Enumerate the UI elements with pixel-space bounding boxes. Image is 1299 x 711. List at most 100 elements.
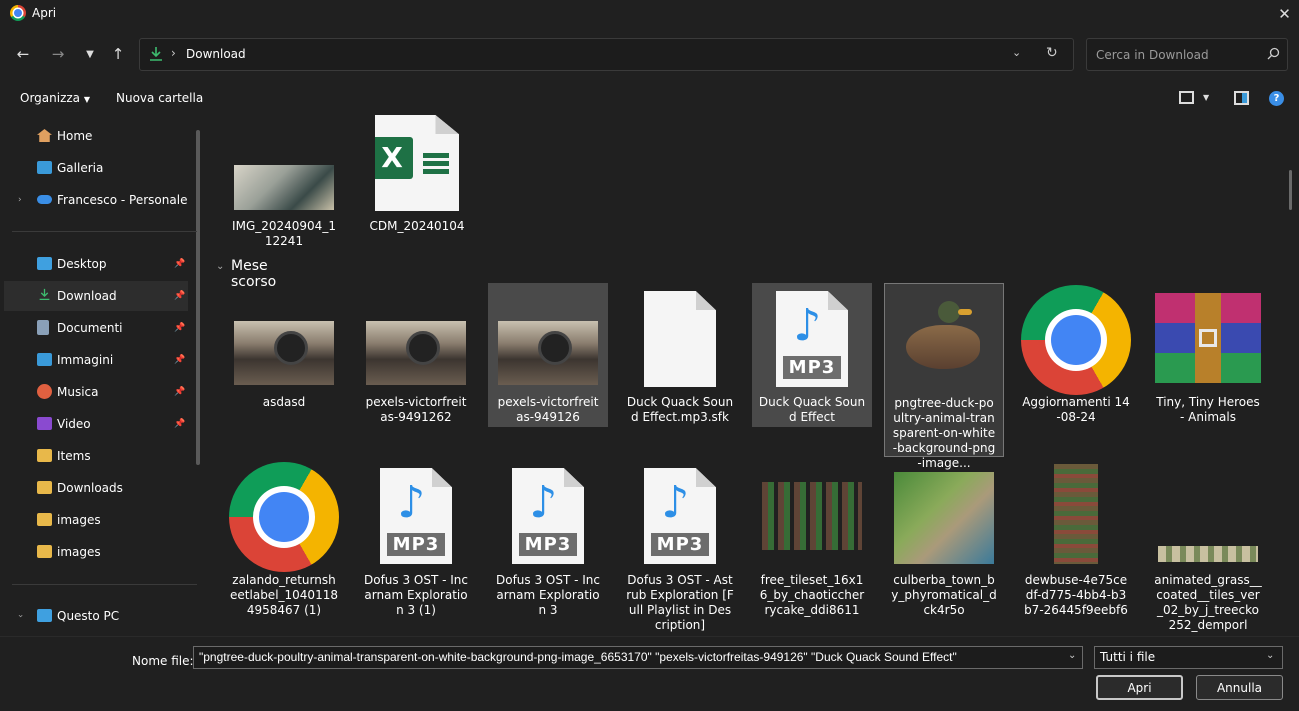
duck-beak	[958, 309, 972, 315]
file-tile[interactable]: asdasd	[224, 283, 344, 427]
sidebar-item-home[interactable]: Home	[4, 121, 188, 151]
help-icon[interactable]: ?	[1269, 91, 1284, 106]
folder-icon	[37, 545, 52, 558]
sidebar-item-images-2[interactable]: images	[4, 537, 188, 567]
address-dropdown-icon[interactable]: ⌄	[1012, 46, 1021, 59]
sidebar-item-label: Items	[57, 449, 91, 463]
sidebar-item-video[interactable]: Video 📌	[4, 409, 188, 439]
file-tile[interactable]: ♪ MP3 Dofus 3 OST - Incarnam Exploration …	[488, 460, 608, 636]
file-name: pexels-victorfreitas-949126	[497, 395, 599, 424]
file-tile[interactable]: ♪ MP3 Dofus 3 OST - Astrub Exploration [F…	[620, 460, 740, 636]
close-button[interactable]: ✕	[1270, 0, 1299, 28]
window-title: Apri	[32, 6, 57, 20]
file-tile[interactable]: zalando_returnsheetlabel_10401184958467 …	[224, 460, 344, 636]
generic-file-icon	[644, 291, 716, 387]
mp3-label: MP3	[783, 356, 841, 380]
breadcrumb-folder[interactable]: Download	[186, 47, 246, 61]
file-tile-selected[interactable]: pexels-victorfreitas-949126	[488, 283, 608, 427]
sidebar-item-images[interactable]: images	[4, 505, 188, 535]
sidebar-item-this-pc[interactable]: › Questo PC	[4, 601, 188, 631]
mp3-file-icon: ♪ MP3	[380, 468, 452, 564]
arrow-up-icon: ↑	[111, 45, 125, 63]
desktop-icon	[37, 257, 52, 270]
sidebar-item-downloads[interactable]: Downloads	[4, 473, 188, 503]
filename-dropdown-icon[interactable]: ⌄	[1068, 650, 1076, 661]
file-type-select[interactable]: Tutti i file	[1094, 646, 1283, 669]
file-tile[interactable]: culberba_town_by_phyromatical_dck4r5o	[884, 460, 1004, 636]
mp3-file-icon: ♪ MP3	[512, 468, 584, 564]
download-icon	[150, 47, 162, 61]
sidebar-item-label: images	[57, 513, 101, 527]
file-tile[interactable]: Duck Quack Sound Effect.mp3.sfk	[620, 283, 740, 427]
file-tile[interactable]: IMG_20240904_112241	[224, 115, 344, 255]
chrome-app-icon	[10, 5, 26, 21]
sidebar-item-onedrive[interactable]: › Francesco - Personale	[4, 185, 188, 215]
chevron-down-icon[interactable]: ⌄	[1266, 650, 1274, 661]
sidebar-item-label: Francesco - Personale	[57, 193, 188, 207]
address-bar[interactable]: › Download ⌄ ↻	[139, 38, 1074, 71]
title-bar	[0, 0, 1299, 28]
expand-chevron-icon[interactable]: ›	[15, 614, 25, 618]
file-name: Tiny, Tiny Heroes - Animals	[1156, 395, 1260, 424]
pictures-icon	[37, 353, 52, 366]
sidebar-item-desktop[interactable]: Desktop 📌	[4, 249, 188, 279]
file-tile[interactable]: pexels-victorfreitas-9491262	[356, 283, 476, 427]
file-tile[interactable]: X CDM_20240104	[357, 115, 477, 255]
grass-tiles-thumbnail	[1158, 546, 1258, 562]
winrar-buckle	[1199, 329, 1217, 347]
cancel-button[interactable]: Annulla	[1196, 675, 1283, 700]
preview-pane-icon[interactable]	[1234, 91, 1249, 105]
file-name: culberba_town_by_phyromatical_dck4r5o	[891, 573, 997, 617]
view-mode-icon[interactable]	[1179, 91, 1194, 104]
search-input[interactable]: Cerca in Download	[1086, 38, 1288, 71]
file-name: Aggiornamenti 14-08-24	[1022, 395, 1130, 424]
file-tile[interactable]: ♪ MP3 Dofus 3 OST - Incarnam Exploration …	[356, 460, 476, 636]
file-name: Dofus 3 OST - Astrub Exploration [Full P…	[626, 573, 734, 632]
pin-icon: 📌	[174, 259, 186, 269]
back-button[interactable]: ←	[11, 42, 35, 66]
file-tile[interactable]: Tiny, Tiny Heroes - Animals	[1148, 283, 1268, 427]
refresh-icon[interactable]: ↻	[1046, 45, 1058, 61]
sidebar-item-pictures[interactable]: Immagini 📌	[4, 345, 188, 375]
file-name: asdasd	[262, 395, 306, 409]
music-note-icon: ♪	[661, 477, 690, 529]
image-thumbnail	[234, 321, 334, 385]
mp3-file-icon: ♪ MP3	[644, 468, 716, 564]
pin-icon: 📌	[174, 291, 186, 301]
file-tile[interactable]: free_tileset_16x16_by_chaoticcherrycake_…	[752, 460, 872, 636]
chevron-down-icon: ▼	[83, 95, 91, 104]
forward-button[interactable]: →	[46, 42, 70, 66]
up-button[interactable]: ↑	[106, 42, 130, 66]
file-tile[interactable]: Aggiornamenti 14-08-24	[1016, 283, 1136, 427]
sidebar-item-gallery[interactable]: Galleria	[4, 153, 188, 183]
expand-chevron-icon[interactable]: ›	[18, 195, 22, 205]
content-scrollbar[interactable]	[1289, 170, 1292, 210]
file-tile[interactable]: dewbuse-4e75cedf-d775-4bb4-b3b7-26445f9e…	[1016, 460, 1136, 636]
arrow-right-icon: →	[51, 45, 65, 63]
chrome-file-icon	[229, 462, 339, 572]
sidebar-item-download[interactable]: Download 📌	[4, 281, 188, 311]
pc-icon	[37, 609, 52, 622]
duck-head	[938, 301, 960, 323]
file-tile-selected[interactable]: ♪ MP3 Duck Quack Sound Effect	[752, 283, 872, 427]
file-tile-focused[interactable]: pngtree-duck-poultry-animal-transparent-…	[884, 283, 1004, 470]
new-folder-button[interactable]: Nuova cartella	[116, 91, 203, 105]
cloud-icon	[37, 195, 52, 204]
sidebar-item-items[interactable]: Items	[4, 441, 188, 471]
filename-input[interactable]: "pngtree-duck-poultry-animal-transparent…	[193, 646, 1083, 669]
view-dropdown-icon[interactable]: ▼	[1203, 93, 1209, 102]
file-tile[interactable]: animated_grass__coated__tiles_ver_02_by_…	[1148, 460, 1268, 636]
sidebar-item-documents[interactable]: Documenti 📌	[4, 313, 188, 343]
recent-locations-button[interactable]: ▼	[78, 42, 102, 66]
mp3-file-icon: ♪ MP3	[776, 291, 848, 387]
arrow-left-icon: ←	[16, 45, 30, 63]
sidebar-item-label: Home	[57, 129, 93, 143]
folder-icon	[37, 513, 52, 526]
organize-button[interactable]: Organizza ▼	[20, 91, 90, 105]
sidebar-scrollbar[interactable]	[196, 130, 200, 465]
mp3-label: MP3	[651, 533, 709, 557]
open-button[interactable]: Apri	[1096, 675, 1183, 700]
file-name: Dofus 3 OST - Incarnam Exploration 3	[495, 573, 601, 617]
sidebar-item-music[interactable]: Musica 📌	[4, 377, 188, 407]
winrar-file-icon	[1155, 293, 1261, 383]
